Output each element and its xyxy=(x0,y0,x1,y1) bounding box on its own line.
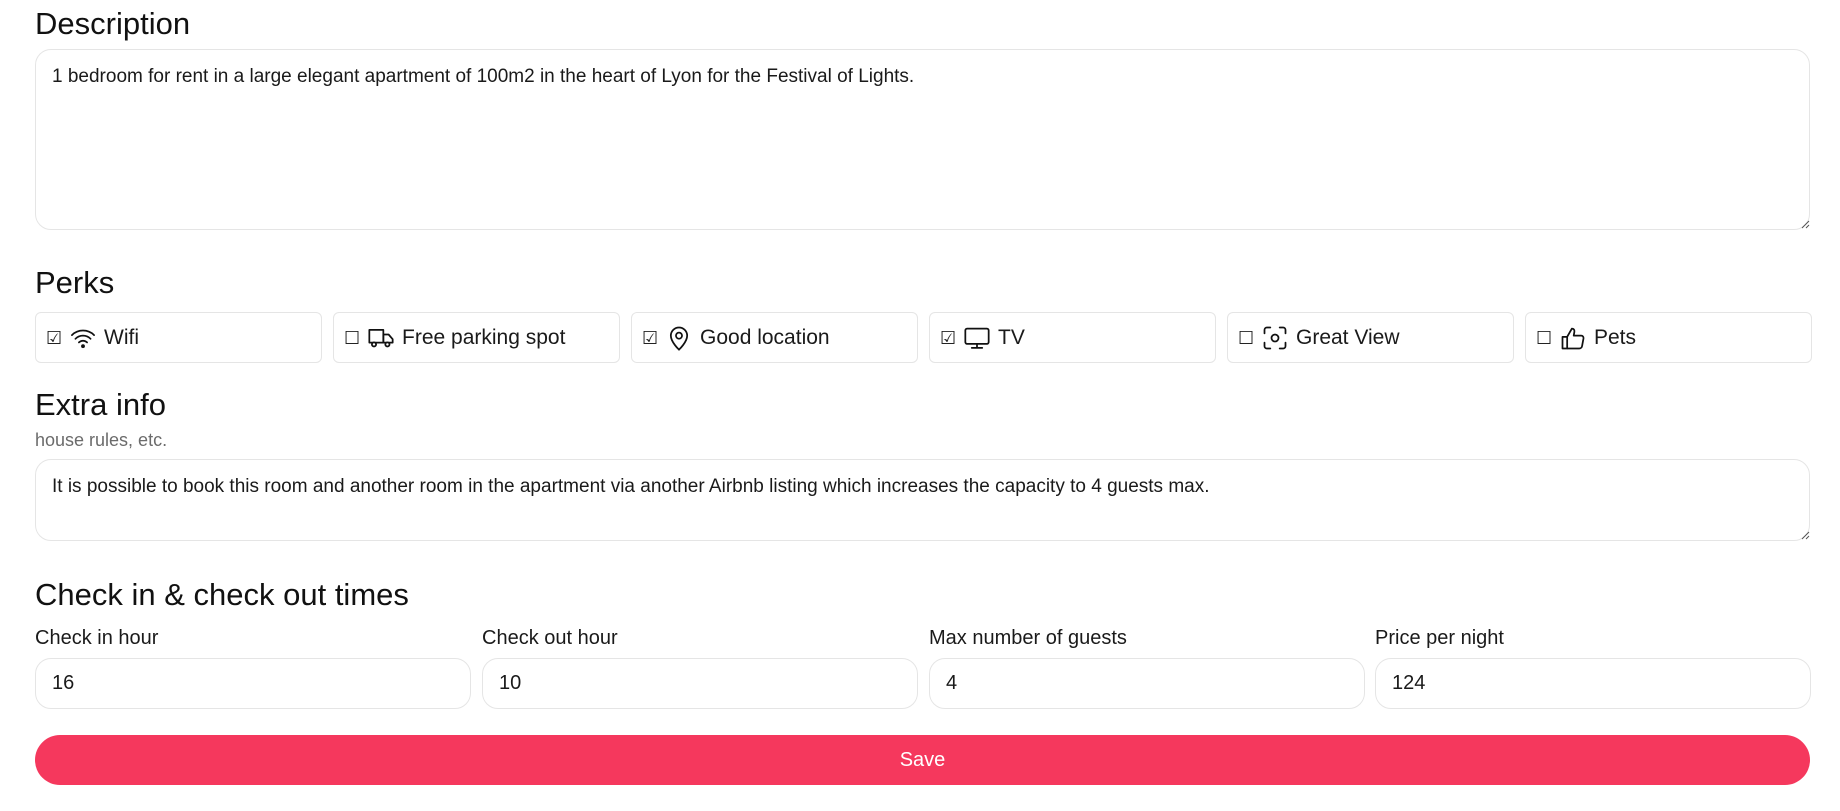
perks-heading: Perks xyxy=(35,265,115,300)
viewfinder-icon xyxy=(1263,326,1287,349)
check-out-label: Check out hour xyxy=(482,627,618,649)
perk-parking[interactable]: ☐ Free parking spot xyxy=(333,312,620,363)
truck-icon xyxy=(368,328,394,347)
wifi-icon xyxy=(71,329,95,348)
description-textarea[interactable]: 1 bedroom for rent in a large elegant ap… xyxy=(35,49,1810,230)
max-guests-label: Max number of guests xyxy=(929,627,1127,649)
thumbs-up-icon xyxy=(1561,327,1585,349)
extra-info-textarea[interactable]: It is possible to book this room and ano… xyxy=(35,459,1810,541)
price-label: Price per night xyxy=(1375,627,1504,649)
perk-label: Good location xyxy=(700,325,830,349)
description-heading: Description xyxy=(35,6,191,41)
perk-label: Pets xyxy=(1594,325,1637,349)
perk-wifi[interactable]: ☑ Wifi xyxy=(35,312,322,363)
perk-tv[interactable]: ☑ TV xyxy=(929,312,1216,363)
extra-info-heading: Extra info xyxy=(35,387,166,422)
perk-checkbox[interactable]: ☐ xyxy=(1536,329,1552,347)
perk-pets[interactable]: ☐ Pets xyxy=(1525,312,1812,363)
check-in-input[interactable]: 16 xyxy=(35,658,471,709)
perk-label: Free parking spot xyxy=(402,325,566,349)
perk-label: Great View xyxy=(1296,325,1400,349)
perk-location[interactable]: ☑ Good location xyxy=(631,312,918,363)
perk-checkbox[interactable]: ☐ xyxy=(1238,329,1254,347)
check-out-input[interactable]: 10 xyxy=(482,658,918,709)
place-form: Description 1 bedroom for rent in a larg… xyxy=(0,0,1840,811)
perk-view[interactable]: ☐ Great View xyxy=(1227,312,1514,363)
perk-checkbox[interactable]: ☑ xyxy=(940,329,956,347)
extra-info-subtitle: house rules, etc. xyxy=(35,430,168,450)
perk-checkbox[interactable]: ☑ xyxy=(46,329,62,347)
monitor-icon xyxy=(964,327,990,349)
perk-checkbox[interactable]: ☐ xyxy=(344,329,360,347)
perk-label: TV xyxy=(998,325,1025,349)
resize-handle-icon[interactable] xyxy=(1800,219,1810,229)
save-button[interactable]: Save xyxy=(35,735,1810,785)
map-pin-icon xyxy=(669,326,689,351)
price-input[interactable]: 124 xyxy=(1375,658,1811,709)
times-heading: Check in & check out times xyxy=(35,577,409,612)
max-guests-input[interactable]: 4 xyxy=(929,658,1365,709)
perk-label: Wifi xyxy=(104,325,139,349)
perk-checkbox[interactable]: ☑ xyxy=(642,329,658,347)
resize-handle-icon[interactable] xyxy=(1800,530,1810,540)
check-in-label: Check in hour xyxy=(35,627,159,649)
